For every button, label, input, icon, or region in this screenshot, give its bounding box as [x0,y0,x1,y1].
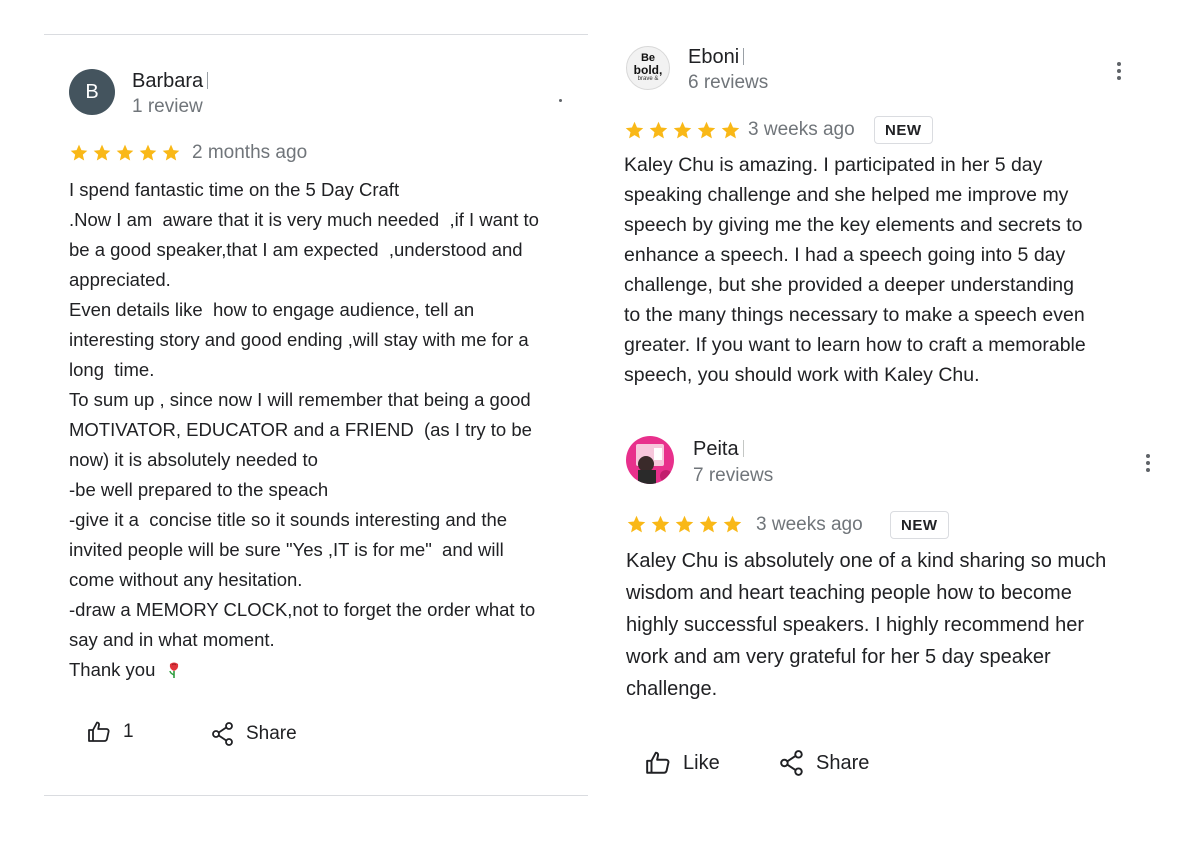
review-date: 3 weeks ago [756,514,863,535]
star-icon [93,144,111,161]
review-text: I spend fantastic time on the 5 Day Craf… [69,175,589,685]
like-label: Like [683,751,720,774]
share-button[interactable]: Share [212,722,297,746]
more-vert-icon[interactable] [1143,454,1153,472]
name-cursor [207,72,209,89]
review-text-line: speech, you should work with Kaley Chu. [624,364,980,386]
review-text-line: To sum up , since now I will remember th… [69,389,531,410]
thumbs-up-icon [646,751,670,774]
more-vert-icon[interactable] [1114,62,1124,80]
like-button[interactable]: 1 [87,720,134,744]
reviewer-name-text: Eboni [688,46,740,68]
star-icon [651,515,670,533]
new-badge: NEW [874,116,933,144]
review-date: 2 months ago [192,142,308,163]
review-text-line: challenge. [626,678,718,700]
share-label: Share [246,723,297,744]
review-text-line: long time. [69,359,155,380]
review-text-line: greater. If you want to learn how to cra… [624,334,1086,356]
star-icon [70,144,88,161]
avatar[interactable] [626,436,674,484]
review-text-line: now) it is absolutely needed to [69,449,318,470]
star-icon [673,121,692,139]
share-label: Share [816,751,870,774]
avatar[interactable]: Be bold, brave & [626,46,670,90]
review-text-line: interesting story and good ending ,will … [69,329,529,350]
star-icon [649,121,668,139]
review-text-line: come without any hesitation. [69,569,303,590]
review-date: 3 weeks ago [748,119,855,140]
share-button[interactable]: Share [780,750,869,776]
like-count: 1 [123,721,134,742]
review-text-line: invited people will be sure "Yes ,IT is … [69,539,504,560]
star-icon [721,121,740,139]
review-text-line: -draw a MEMORY CLOCK,not to forget the o… [69,599,536,620]
review-text-line: Even details like how to engage audience… [69,299,475,320]
review-text-line: enhance a speech. I had a speech going i… [624,244,1066,266]
new-badge: NEW [890,511,949,539]
bottom-divider [44,795,588,796]
review-text-line: Kaley Chu is amazing. I participated in … [624,154,1043,176]
reviewer-name[interactable]: Barbara [132,70,209,93]
avatar-logo-text: Be [640,51,656,64]
thank-you-text: Thank you [69,659,156,680]
review-text-line: appreciated. [69,269,171,290]
review-text-line: say and in what moment. [69,629,275,650]
review-text-line: -be well prepared to the speach [69,479,329,500]
thumbs-up-icon [88,721,110,742]
rose-emoji-icon [168,662,178,678]
review-text-line: speaking challenge and she helped me imp… [624,184,1069,206]
reviewer-name[interactable]: Peita [693,438,744,461]
star-icon [162,144,180,161]
reviewer-review-count: 1 review [132,96,203,117]
review-text-line-last: Thank you [69,655,589,685]
avatar[interactable]: B [69,69,115,115]
review-text: Kaley Chu is absolutely one of a kind sh… [626,545,1191,705]
avatar-logo-text: brave & [637,75,659,82]
star-icon [139,144,157,161]
star-rating [624,120,741,141]
reviewer-name-text: Barbara [132,70,204,92]
review-text-line: be a good speaker,that I am expected ,un… [69,239,523,260]
review-text: Kaley Chu is amazing. I participated in … [624,150,1184,390]
review-text-line: challenge, but she provided a deeper und… [624,274,1074,296]
review-text-line: .Now I am aware that it is very much nee… [69,209,539,230]
reviewer-name[interactable]: Eboni [688,46,745,69]
avatar-logo-text: bold, [633,62,663,77]
star-rating [69,143,181,163]
reviewer-review-count: 6 reviews [688,72,769,93]
review-text-line: highly successful speakers. I highly rec… [626,614,1084,636]
share-icon [212,722,233,746]
more-dot [559,99,562,102]
star-icon [699,515,718,533]
reviewer-name-text: Peita [693,438,739,460]
star-rating [626,514,743,535]
name-cursor [743,48,745,65]
star-icon [116,144,134,161]
review-text-line: I spend fantastic time on the 5 Day Craf… [69,179,400,200]
star-icon [697,121,716,139]
review-text-line: Kaley Chu is absolutely one of a kind sh… [626,550,1107,572]
share-icon [780,750,803,776]
review-text-line: MOTIVATOR, EDUCATOR and a FRIEND (as I t… [69,419,532,440]
star-icon [625,121,644,139]
review-text-line: to the many things necessary to make a s… [624,304,1085,326]
review-text-line: speech by giving me the key elements and… [624,214,1083,236]
like-button[interactable]: Like [645,750,720,776]
review-text-line: work and am very grateful for her 5 day … [626,646,1051,668]
avatar-letter: B [85,80,99,103]
review-card-eboni: Be bold, brave & Eboni 6 reviews 3 weeks… [600,0,1200,420]
star-icon [627,515,646,533]
name-cursor [742,440,744,457]
review-text-line: wisdom and heart teaching people how to … [626,582,1072,604]
review-text-line: -give it a concise title so it sounds in… [69,509,508,530]
avatar-photo [626,436,674,484]
review-card-peita: Peita 7 reviews 3 weeks ago NEW Kaley Ch… [600,420,1200,848]
star-icon [675,515,694,533]
reviewer-review-count: 7 reviews [693,465,774,486]
star-icon [723,515,742,533]
review-card-barbara: B Barbara 1 review 2 months ago I spend … [0,0,600,800]
